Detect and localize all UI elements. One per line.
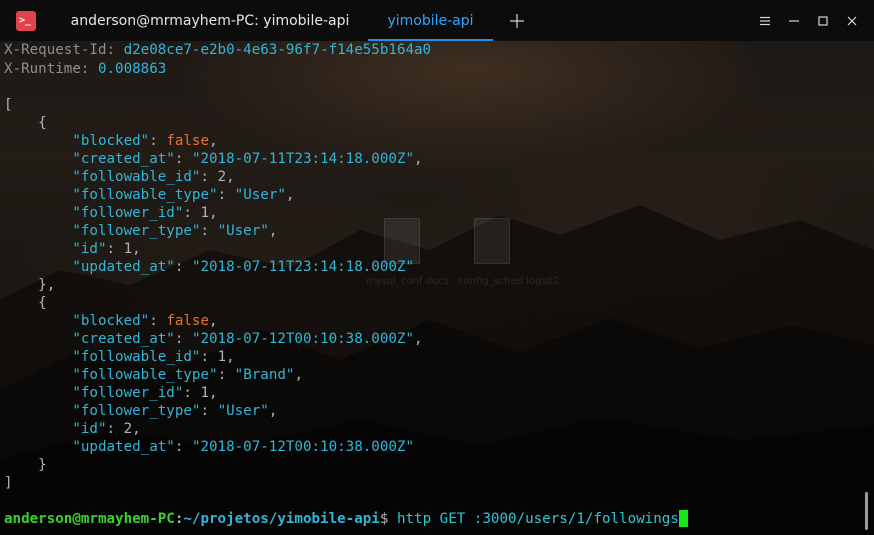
header-value: 0.008863: [97, 61, 167, 77]
json-value: "User": [234, 187, 286, 203]
json-value: "User": [217, 223, 269, 239]
menu-icon: [759, 16, 770, 25]
json-field-follower-type: "follower_type": "User",: [72, 403, 278, 419]
json-field-follower-type: "follower_type": "User",: [72, 223, 278, 239]
json-field-follower-id: "follower_id": 1,: [72, 385, 218, 401]
json-field-followable-type: "followable_type": "Brand",: [72, 367, 303, 383]
plus-icon: [510, 13, 524, 28]
menu-button[interactable]: [750, 0, 779, 41]
json-value: "2018-07-12T00:10:38.000Z": [191, 331, 415, 347]
json-value: "User": [217, 403, 269, 419]
json-field-blocked: "blocked": false,: [72, 313, 218, 329]
json-value: false: [166, 313, 210, 329]
header-value: d2e08ce7-e2b0-4e63-96f7-f14e55b164a0: [123, 42, 432, 58]
json-field-created-at: "created_at": "2018-07-12T00:10:38.000Z"…: [72, 331, 423, 347]
maximize-button[interactable]: [808, 0, 837, 41]
scrollbar[interactable]: [865, 492, 868, 530]
json-object-open: {: [4, 115, 47, 131]
json-value: "2018-07-12T00:10:38.000Z": [191, 439, 415, 455]
close-button[interactable]: [837, 0, 866, 41]
json-value: 1: [123, 241, 133, 257]
json-value: 2: [123, 421, 133, 437]
json-value: "2018-07-11T23:14:18.000Z": [191, 151, 415, 167]
terminal-output[interactable]: X-Request-Id: d2e08ce7-e2b0-4e63-96f7-f1…: [0, 41, 874, 535]
terminal-icon: >_: [16, 10, 36, 31]
prompt-path: ~/projetos/yimobile-api: [183, 511, 380, 527]
text-cursor: [678, 510, 688, 527]
json-value: false: [166, 133, 210, 149]
command-input[interactable]: http GET :3000/users/1/followings: [397, 511, 679, 527]
json-close-bracket: ]: [4, 475, 13, 491]
json-field-followable-id: "followable_id": 2,: [72, 169, 235, 185]
json-field-follower-id: "follower_id": 1,: [72, 205, 218, 221]
json-field-id: "id": 2,: [72, 421, 141, 437]
close-icon: [847, 16, 856, 25]
response-header-line: X-Runtime: 0.008863: [4, 61, 167, 77]
json-field-created-at: "created_at": "2018-07-11T23:14:18.000Z"…: [72, 151, 423, 167]
terminal-app-icon[interactable]: >_: [0, 0, 52, 41]
title-bar: >_ anderson@mrmayhem-PC: yimobile-api yi…: [0, 0, 874, 41]
json-value: "Brand": [234, 367, 295, 383]
json-object-close: },: [4, 277, 56, 293]
json-field-followable-type: "followable_type": "User",: [72, 187, 295, 203]
json-value: 1: [217, 349, 227, 365]
tab-label: anderson@mrmayhem-PC: yimobile-api: [70, 12, 350, 29]
json-object-open: {: [4, 295, 47, 311]
minimize-icon: [788, 19, 799, 22]
json-field-blocked: "blocked": false,: [72, 133, 218, 149]
json-open-bracket: [: [4, 97, 13, 113]
json-value: 1: [200, 205, 210, 221]
minimize-button[interactable]: [779, 0, 808, 41]
json-field-updated-at: "updated_at": "2018-07-12T00:10:38.000Z": [72, 439, 415, 455]
json-field-followable-id: "followable_id": 1,: [72, 349, 235, 365]
maximize-icon: [817, 15, 828, 26]
json-field-id: "id": 1,: [72, 241, 141, 257]
shell-prompt[interactable]: anderson@mrmayhem-PC:~/projetos/yimobile…: [4, 510, 688, 528]
json-value: 1: [200, 385, 210, 401]
new-tab-button[interactable]: [493, 0, 541, 41]
json-field-updated-at: "updated_at": "2018-07-11T23:14:18.000Z": [72, 259, 415, 275]
title-bar-spacer[interactable]: [541, 0, 750, 41]
response-header-line: X-Request-Id: d2e08ce7-e2b0-4e63-96f7-f1…: [4, 42, 432, 58]
prompt-user-host: anderson@mrmayhem-PC: [4, 511, 175, 527]
json-object-close: }: [4, 457, 47, 473]
header-name: X-Request-Id: [4, 42, 107, 58]
header-name: X-Runtime: [4, 61, 81, 77]
tab-yimobile-api[interactable]: yimobile-api: [368, 0, 493, 41]
tab-label: yimobile-api: [387, 12, 474, 29]
json-value: "2018-07-11T23:14:18.000Z": [191, 259, 415, 275]
json-value: 2: [217, 169, 227, 185]
tab-anderson-yimobile-api[interactable]: anderson@mrmayhem-PC: yimobile-api: [52, 0, 368, 41]
terminal-window: mysql_conf docs config_sched logs02 >_ a…: [0, 0, 874, 535]
